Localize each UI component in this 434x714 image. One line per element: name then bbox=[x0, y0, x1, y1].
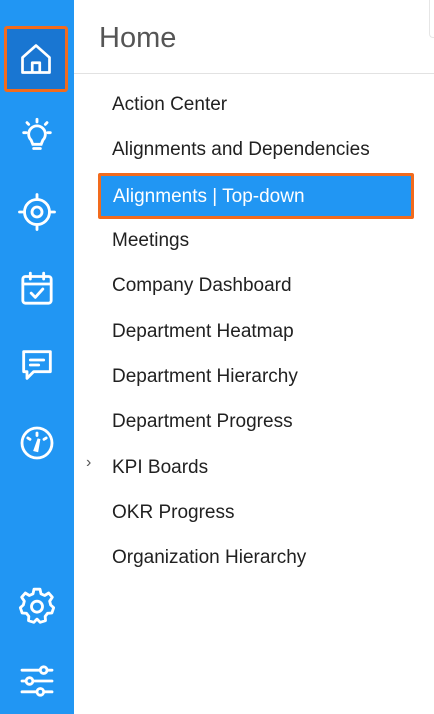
menu-item-company-dashboard[interactable]: Company Dashboard bbox=[112, 271, 292, 301]
dashboard-nav-button[interactable] bbox=[0, 413, 74, 473]
navigation-panel: Home Action Center Alignments and Depend… bbox=[74, 0, 434, 714]
speedometer-icon bbox=[20, 426, 54, 460]
menu-item-alignments-dependencies[interactable]: Alignments and Dependencies bbox=[112, 135, 370, 165]
home-icon bbox=[21, 44, 51, 74]
menu-item-alignments-top-down[interactable]: Alignments | Top-down bbox=[98, 173, 414, 219]
menu-item-department-hierarchy[interactable]: Department Hierarchy bbox=[112, 362, 298, 392]
menu-item-department-progress[interactable]: Department Progress bbox=[112, 407, 293, 437]
settings-icon bbox=[18, 587, 56, 624]
calendar-check-icon bbox=[21, 271, 53, 305]
chevron-right-icon[interactable]: › bbox=[86, 454, 91, 472]
messages-nav-button[interactable] bbox=[0, 335, 74, 395]
tasks-nav-button[interactable] bbox=[0, 259, 74, 319]
filters-nav-button[interactable] bbox=[0, 651, 74, 711]
insights-nav-button[interactable] bbox=[0, 106, 74, 166]
menu-item-organization-hierarchy[interactable]: Organization Hierarchy bbox=[112, 543, 306, 573]
settings-nav-button[interactable] bbox=[0, 575, 74, 635]
icon-rail bbox=[0, 0, 74, 714]
lightbulb-icon bbox=[22, 117, 52, 150]
menu-item-okr-progress[interactable]: OKR Progress bbox=[112, 498, 234, 528]
menu-item-action-center[interactable]: Action Center bbox=[112, 90, 227, 120]
menu-item-kpi-boards[interactable]: KPI Boards bbox=[112, 453, 208, 483]
panel-title: Home bbox=[99, 22, 177, 54]
sliders-icon bbox=[20, 665, 54, 697]
home-nav-button[interactable] bbox=[4, 26, 68, 92]
goals-nav-button[interactable] bbox=[0, 182, 74, 242]
menu-item-department-heatmap[interactable]: Department Heatmap bbox=[112, 317, 294, 347]
title-divider bbox=[74, 73, 434, 74]
panel-edge bbox=[429, 0, 434, 38]
target-icon bbox=[18, 193, 56, 231]
chat-icon bbox=[22, 350, 52, 380]
menu-item-meetings[interactable]: Meetings bbox=[112, 226, 189, 256]
